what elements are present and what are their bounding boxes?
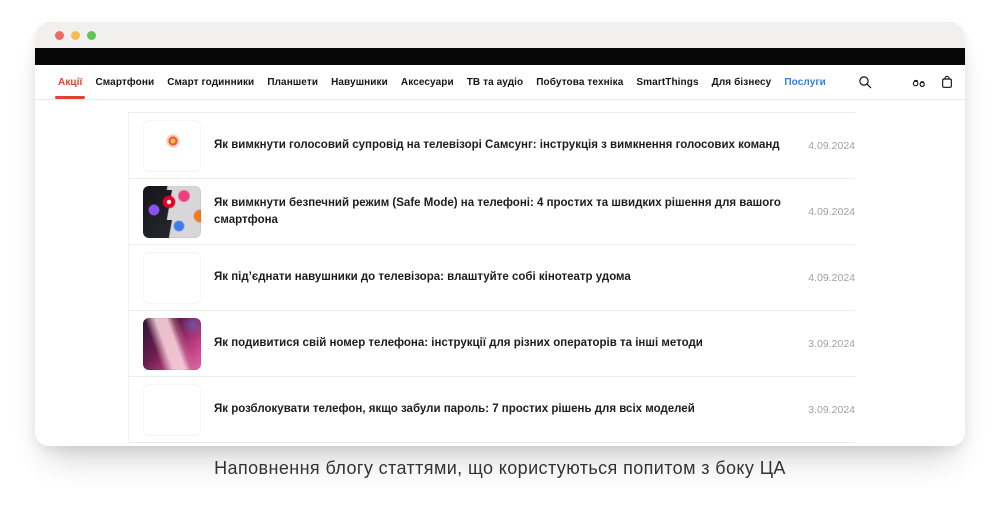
- article-thumbnail-tablet-lock[interactable]: [143, 383, 201, 436]
- nav-item-smart-godynnyky[interactable]: Смарт годинники: [167, 66, 254, 98]
- search-icon[interactable]: [857, 74, 873, 90]
- minimize-button[interactable]: [71, 30, 80, 40]
- article-thumbnail-tv-menu[interactable]: [143, 251, 201, 304]
- maximize-button[interactable]: [87, 30, 96, 40]
- nav-item-aksesuary[interactable]: Аксесуари: [401, 66, 454, 98]
- article-row[interactable]: Як під’єднати навушники до телевізора: в…: [129, 245, 855, 311]
- article-thumbnail-tv-space[interactable]: [143, 119, 201, 172]
- article-row[interactable]: Як вимкнути голосовий супровід на телеві…: [129, 113, 855, 179]
- nav-item-akcii[interactable]: Акції: [54, 66, 87, 99]
- article-date: 4.09.2024: [808, 139, 855, 152]
- nav-item-dlia-biznesu[interactable]: Для бізнесу: [712, 66, 772, 98]
- nav-items: Акції Смартфони Смарт годинники Планшети Нав…: [54, 66, 826, 99]
- article-title[interactable]: Як вимкнути голосовий супровід на телеві…: [214, 137, 803, 154]
- browser-window: Акції Смартфони Смарт годинники Планшети Нав…: [35, 22, 965, 446]
- article-title[interactable]: Як розблокувати телефон, якщо забули пар…: [214, 401, 803, 418]
- nav-icons: [857, 74, 955, 90]
- article-title[interactable]: Як вимкнути безпечний режим (Safe Mode) …: [214, 195, 803, 228]
- close-button[interactable]: [55, 30, 64, 40]
- article-title[interactable]: Як подивитися свій номер телефона: інстр…: [214, 335, 803, 352]
- nav-item-tv-ta-audio[interactable]: ТВ та аудіо: [467, 66, 524, 98]
- nav-item-planshety[interactable]: Планшети: [267, 66, 318, 98]
- page: Акції Смартфони Смарт годинники Планшети Нав…: [0, 0, 1000, 510]
- article-date: 4.09.2024: [808, 205, 855, 218]
- nav-item-smartthings[interactable]: SmartThings: [636, 66, 698, 98]
- article-date: 4.09.2024: [808, 271, 855, 284]
- article-date: 3.09.2024: [808, 337, 855, 350]
- nav-item-posluhy[interactable]: Послуги: [784, 66, 826, 98]
- article-thumbnail-apps[interactable]: [143, 185, 201, 238]
- article-row[interactable]: Як подивитися свій номер телефона: інстр…: [129, 311, 855, 377]
- slide-caption: Наповнення блогу статтями, що користують…: [214, 458, 786, 478]
- article-row[interactable]: Як вимкнути безпечний режим (Safe Mode) …: [129, 179, 855, 245]
- nav-item-pobutova-tekhnika[interactable]: Побутова техніка: [536, 66, 623, 98]
- article-list: Як вимкнути голосовий супровід на телеві…: [128, 112, 855, 443]
- article-date: 3.09.2024: [808, 403, 855, 416]
- compare-icon[interactable]: [911, 74, 927, 90]
- window-titlebar: [35, 22, 965, 48]
- cart-icon[interactable]: [939, 74, 955, 90]
- nav-item-navushnyky[interactable]: Навушники: [331, 66, 388, 98]
- nav-item-smartfony[interactable]: Смартфони: [95, 66, 154, 98]
- article-row[interactable]: Як розблокувати телефон, якщо забули пар…: [129, 377, 855, 443]
- article-thumbnail-phone-pink[interactable]: [143, 317, 201, 370]
- main-navigation: Акції Смартфони Смарт годинники Планшети Нав…: [35, 65, 965, 100]
- black-banner: [35, 48, 965, 65]
- article-title[interactable]: Як під’єднати навушники до телевізора: в…: [214, 269, 803, 286]
